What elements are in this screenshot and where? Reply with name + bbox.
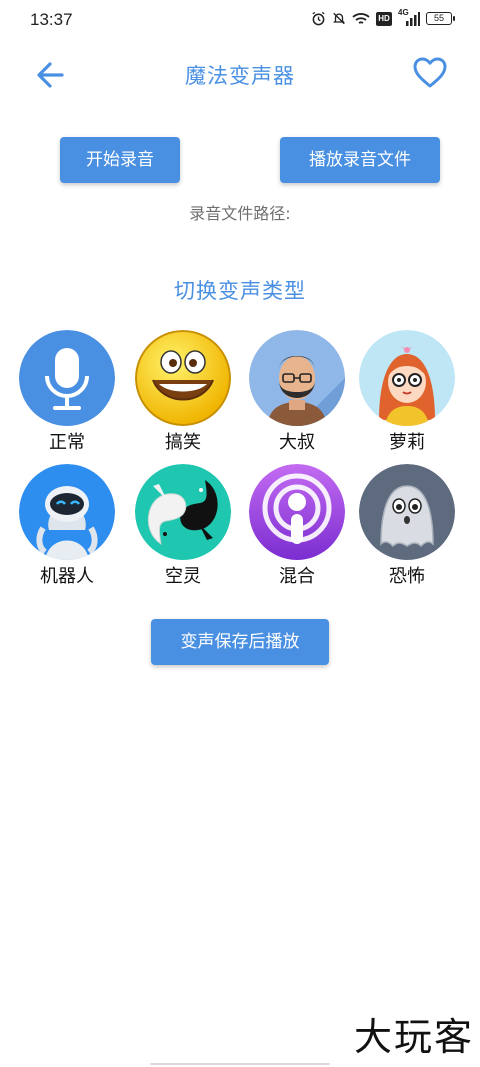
- wifi-icon: [352, 12, 370, 24]
- voice-type-title: 切换变声类型: [174, 279, 306, 303]
- voice-label: 机器人: [40, 566, 94, 587]
- bearded-man-icon: [249, 330, 345, 426]
- podcast-icon: [249, 464, 345, 560]
- status-bar: 13:37 HD 4G 55: [0, 0, 480, 40]
- voice-option-funny[interactable]: 搞笑: [128, 330, 238, 454]
- laughing-emoji-icon: [135, 330, 231, 426]
- voice-option-ethereal[interactable]: 空灵: [128, 464, 238, 588]
- play-record-button[interactable]: 播放录音文件: [280, 137, 440, 183]
- page-title: 魔法变声器: [185, 64, 295, 88]
- voice-label: 正常: [49, 432, 85, 453]
- alarm-icon: [312, 11, 325, 26]
- battery-icon: 55: [426, 12, 455, 25]
- record-path-label: 录音文件路径:: [189, 204, 291, 223]
- voice-label: 萝莉: [389, 432, 425, 453]
- voice-option-loli[interactable]: 萝莉: [352, 330, 462, 454]
- voice-option-horror[interactable]: 恐怖: [352, 464, 462, 588]
- save-and-play-button[interactable]: 变声保存后播放: [151, 619, 329, 665]
- voice-option-robot[interactable]: 机器人: [12, 464, 122, 588]
- signal-bars: [406, 12, 420, 26]
- app-header: 魔法变声器: [0, 48, 480, 100]
- voice-label: 混合: [279, 566, 315, 587]
- voice-label: 恐怖: [389, 566, 425, 587]
- voice-option-mixed[interactable]: 混合: [242, 464, 352, 588]
- voice-option-uncle[interactable]: 大叔: [242, 330, 352, 454]
- mute-bell-icon: [333, 12, 345, 25]
- status-time: 13:37: [30, 10, 73, 29]
- favorite-button[interactable]: [412, 56, 448, 90]
- voice-option-normal[interactable]: 正常: [12, 330, 122, 454]
- status-icons: HD 4G 55: [311, 8, 455, 26]
- ghost-icon: [359, 464, 455, 560]
- hd-icon: HD: [376, 11, 392, 26]
- robot-icon: [19, 464, 115, 560]
- yin-yang-fish-icon: [135, 464, 231, 560]
- gesture-bar[interactable]: [150, 1063, 330, 1065]
- voice-label: 空灵: [165, 566, 201, 587]
- heart-outline-icon: [413, 57, 447, 88]
- signal-icon: 4G: [398, 8, 420, 26]
- start-record-button[interactable]: 开始录音: [60, 137, 180, 183]
- voice-label: 搞笑: [165, 432, 201, 453]
- girl-with-glasses-icon: [359, 330, 455, 426]
- watermark: 大玩客: [353, 1015, 474, 1059]
- voice-label: 大叔: [279, 432, 315, 453]
- microphone-icon: [19, 330, 115, 426]
